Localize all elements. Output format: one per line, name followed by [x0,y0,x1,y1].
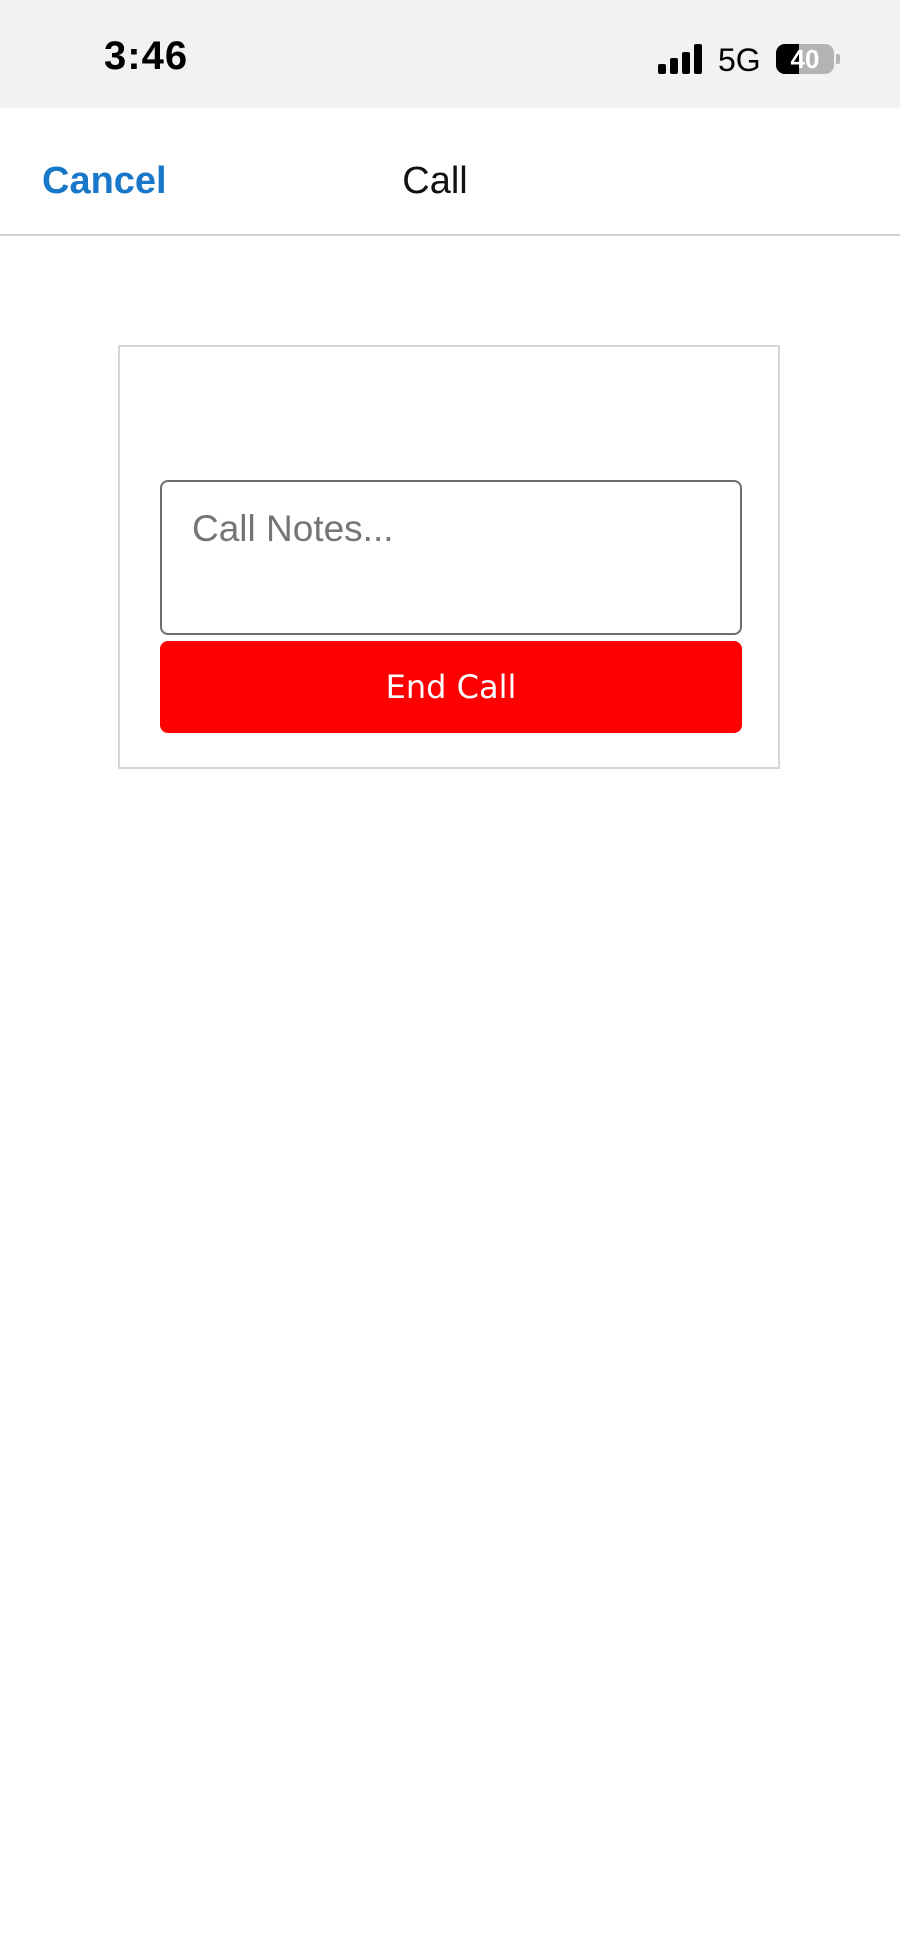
signal-bars-icon [658,44,704,74]
battery-icon: 40 [776,44,834,74]
end-call-button[interactable]: End Call [160,641,742,733]
call-notes-input[interactable] [160,480,742,635]
network-type: 5G [718,42,761,78]
page-title: Call [402,160,468,202]
call-card: End Call [118,345,780,769]
battery-level: 40 [790,44,820,74]
status-time: 3:46 [104,34,189,78]
status-bar: 3:46 5G 40 [0,0,900,108]
navigation-bar: Cancel Call [0,108,900,236]
battery-nub [836,54,840,64]
